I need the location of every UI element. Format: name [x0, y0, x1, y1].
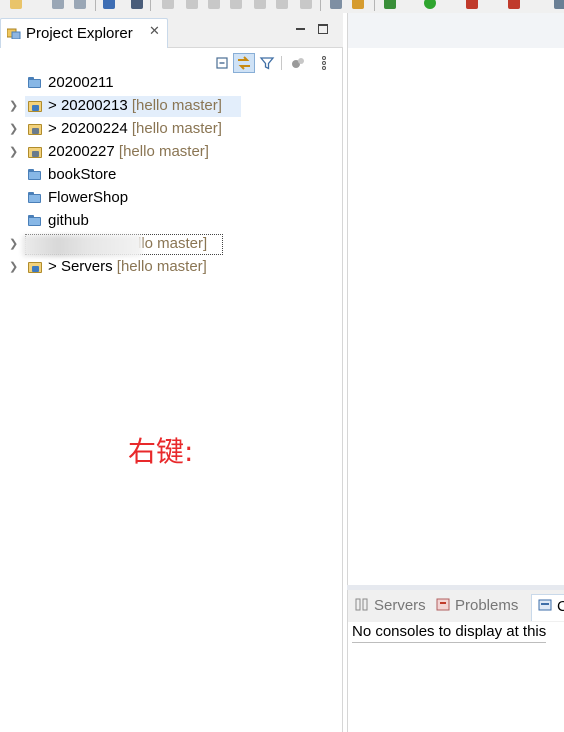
git-project-icon — [27, 145, 43, 159]
tree-item-github[interactable]: github — [0, 211, 343, 233]
minimize-icon[interactable] — [296, 24, 306, 34]
tree-item-label: 20200227 — [48, 143, 115, 160]
tree-item-flowershop[interactable]: FlowerShop — [0, 188, 343, 210]
git-project-icon — [27, 99, 43, 113]
bottom-tabbar: Servers Problems C — [348, 590, 564, 622]
tree-item-20200213[interactable]: ❯ > 20200213 [hello master] — [0, 96, 343, 118]
link-with-editor-icon[interactable] — [233, 53, 255, 73]
resume-icon[interactable] — [162, 0, 174, 9]
branch-label: [hello master] — [131, 97, 222, 114]
bottom-panel: Servers Problems C No consoles to displa… — [347, 590, 564, 732]
filter-icon[interactable] — [259, 55, 275, 71]
tree-item-bookstore[interactable]: bookStore — [0, 165, 343, 187]
console-icon — [538, 599, 552, 611]
toolbar-separator — [320, 0, 321, 11]
tree-item-label: Servers — [60, 258, 113, 275]
tree-item-label: 20200224 — [60, 120, 128, 137]
toggle-icon[interactable] — [330, 0, 342, 9]
tab-title: Project Explorer — [26, 25, 133, 42]
view-tabbar: Project Explorer ✕ — [0, 13, 343, 48]
console-message: No consoles to display at this — [352, 623, 547, 643]
problems-icon — [436, 598, 450, 611]
folder-icon — [27, 191, 43, 205]
branch-label: llo master] — [138, 235, 208, 252]
git-project-icon — [27, 260, 43, 274]
servers-icon — [355, 598, 368, 611]
annotation-text: 右键: — [128, 435, 194, 468]
collapse-all-icon[interactable] — [214, 55, 230, 71]
tree-item-text: > 20200224 [hello master] — [48, 120, 222, 137]
run-icon[interactable] — [424, 0, 436, 9]
tree-item-20200227[interactable]: ❯ 20200227 [hello master] — [0, 142, 343, 164]
tree-item-20200224[interactable]: ❯ > 20200224 [hello master] — [0, 119, 343, 141]
disconnect-icon[interactable] — [230, 0, 242, 9]
branch-label: [hello master] — [118, 143, 209, 160]
project-explorer-view: Project Explorer ✕ 20200211 ❯ > 20200213… — [0, 13, 343, 732]
branch-label: [hello master] — [116, 258, 207, 275]
tree-item-text: 20200227 [hello master] — [48, 143, 209, 160]
close-icon[interactable]: ✕ — [149, 24, 160, 39]
git-synchronize-icon[interactable] — [290, 55, 306, 71]
pin-icon[interactable] — [131, 0, 143, 9]
chevron-right-icon[interactable]: ❯ — [9, 145, 18, 158]
search-icon[interactable] — [554, 0, 564, 9]
redaction-blur — [22, 235, 142, 257]
toolbar-separator — [281, 56, 282, 70]
step-return-icon[interactable] — [300, 0, 312, 9]
toolbar-separator — [150, 0, 151, 11]
toolbar-separator — [374, 0, 375, 11]
project-explorer-icon — [7, 28, 21, 39]
tree-item-20200211[interactable]: 20200211 — [0, 73, 343, 95]
editor-area — [347, 13, 564, 585]
step-into-icon[interactable] — [254, 0, 266, 9]
tree-item-label: bookStore — [48, 166, 117, 183]
chevron-right-icon[interactable]: ❯ — [9, 237, 18, 250]
tab-label: C — [557, 598, 564, 615]
terminate-icon[interactable] — [208, 0, 220, 9]
run-last-tool-icon[interactable] — [508, 0, 520, 9]
tab-project-explorer[interactable]: Project Explorer ✕ — [0, 18, 168, 48]
tree-item-text: > Servers [hello master] — [48, 258, 207, 275]
dirty-marker: > — [48, 120, 61, 137]
tree-item-label: github — [48, 212, 89, 229]
tree-item-text: llo master] — [138, 235, 207, 252]
folder-icon — [27, 214, 43, 228]
tab-label: Problems — [455, 597, 519, 614]
view-menu-icon[interactable] — [316, 55, 332, 71]
toolbar-separator — [95, 0, 96, 11]
tree-item-label: 20200211 — [48, 74, 114, 91]
tree-item-text: > 20200213 [hello master] — [48, 97, 222, 114]
view-toolbar — [0, 48, 343, 76]
chevron-right-icon[interactable]: ❯ — [9, 260, 18, 273]
folder-icon — [27, 76, 43, 90]
dirty-marker: > — [48, 258, 61, 275]
tree-item-label: FlowerShop — [48, 189, 129, 206]
new-icon[interactable] — [10, 0, 22, 9]
tree-item-servers[interactable]: ❯ > Servers [hello master] — [0, 257, 343, 279]
tab-label: Servers — [374, 597, 426, 614]
chevron-right-icon[interactable]: ❯ — [9, 99, 18, 112]
suspend-icon[interactable] — [186, 0, 198, 9]
dirty-marker: > — [48, 97, 61, 114]
tab-servers[interactable]: Servers — [355, 597, 426, 614]
coverage-icon[interactable] — [466, 0, 478, 9]
tree-item-label: 20200213 — [60, 97, 128, 114]
tab-console[interactable]: C — [531, 594, 564, 621]
external-tools-icon[interactable] — [352, 0, 364, 9]
branch-label: [hello master] — [131, 120, 222, 137]
chevron-right-icon[interactable]: ❯ — [9, 122, 18, 135]
editor-header — [348, 13, 564, 48]
save-all-icon[interactable] — [74, 0, 86, 9]
git-project-icon — [27, 122, 43, 136]
tab-problems[interactable]: Problems — [436, 597, 518, 614]
main-toolbar — [0, 0, 564, 13]
print-icon[interactable] — [103, 0, 115, 9]
maximize-icon[interactable] — [318, 24, 328, 34]
folder-icon — [27, 168, 43, 182]
step-over-icon[interactable] — [276, 0, 288, 9]
debug-icon[interactable] — [384, 0, 396, 9]
save-icon[interactable] — [52, 0, 64, 9]
